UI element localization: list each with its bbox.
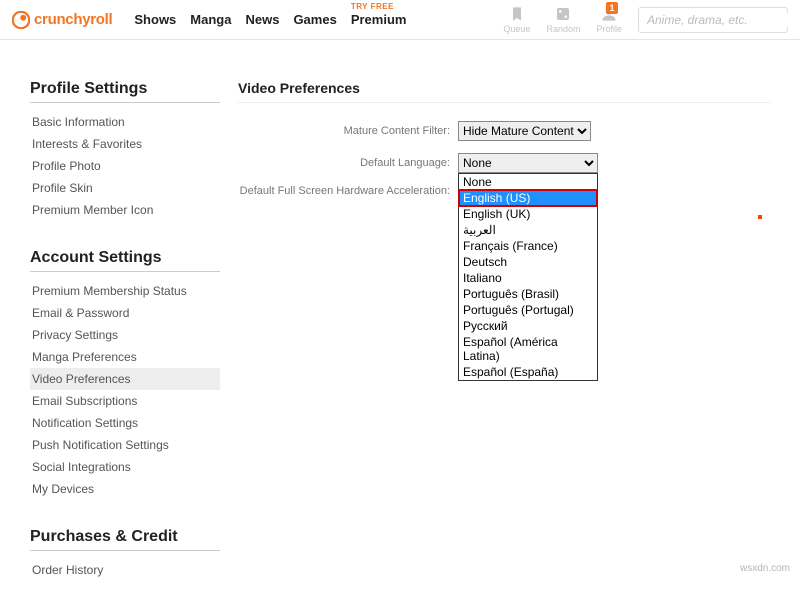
- side-list-account: Premium Membership Status Email & Passwo…: [30, 280, 220, 500]
- nav-manga[interactable]: Manga: [190, 12, 231, 27]
- language-option[interactable]: English (UK): [459, 206, 597, 222]
- logo[interactable]: crunchyroll: [12, 11, 112, 29]
- side-group-account: Account Settings Premium Membership Stat…: [30, 249, 220, 500]
- language-select[interactable]: None: [458, 153, 598, 173]
- language-option[interactable]: Italiano: [459, 270, 597, 286]
- sidebar-item-my-devices[interactable]: My Devices: [30, 478, 220, 500]
- hwaccel-label: Default Full Screen Hardware Acceleratio…: [238, 185, 458, 197]
- logo-text: crunchyroll: [34, 11, 112, 28]
- side-group-purchases: Purchases & Credit Order History: [30, 528, 220, 581]
- language-option[interactable]: العربية: [459, 222, 597, 238]
- page-title: Video Preferences: [238, 80, 770, 103]
- language-option[interactable]: English (US): [459, 190, 597, 206]
- dice-icon: [555, 6, 571, 22]
- nav-shows[interactable]: Shows: [134, 12, 176, 27]
- language-option[interactable]: Português (Brasil): [459, 286, 597, 302]
- top-nav: Shows Manga News Games TRY FREE Premium: [134, 12, 406, 27]
- search-input[interactable]: [647, 13, 800, 27]
- mature-select[interactable]: Hide Mature Content: [458, 121, 591, 141]
- sidebar: Profile Settings Basic Information Inter…: [30, 80, 220, 609]
- side-title-purchases: Purchases & Credit: [30, 528, 220, 551]
- sidebar-item-video-preferences[interactable]: Video Preferences: [30, 368, 220, 390]
- language-option[interactable]: Deutsch: [459, 254, 597, 270]
- sidebar-item-social-integrations[interactable]: Social Integrations: [30, 456, 220, 478]
- sidebar-item-premium-member-icon[interactable]: Premium Member Icon: [30, 199, 220, 221]
- language-dropdown[interactable]: NoneEnglish (US)English (UK)العربيةFranç…: [458, 173, 598, 381]
- language-option[interactable]: Français (France): [459, 238, 597, 254]
- nav-premium[interactable]: TRY FREE Premium: [351, 12, 407, 27]
- profile-button[interactable]: 1 Profile: [596, 6, 622, 34]
- try-free-badge: TRY FREE: [351, 2, 394, 11]
- main: Profile Settings Basic Information Inter…: [0, 40, 800, 609]
- language-option[interactable]: Español (América Latina): [459, 334, 597, 364]
- sidebar-item-manga-preferences[interactable]: Manga Preferences: [30, 346, 220, 368]
- sidebar-item-notification-settings[interactable]: Notification Settings: [30, 412, 220, 434]
- footer-watermark: wsxdn.com: [740, 563, 790, 574]
- row-mature: Mature Content Filter: Hide Mature Conte…: [238, 121, 770, 141]
- header-right: Queue Random 1 Profile: [503, 6, 788, 34]
- side-group-profile: Profile Settings Basic Information Inter…: [30, 80, 220, 221]
- sidebar-item-premium-membership-status[interactable]: Premium Membership Status: [30, 280, 220, 302]
- nav-games[interactable]: Games: [293, 12, 336, 27]
- row-language: Default Language: None NoneEnglish (US)E…: [238, 153, 770, 173]
- content: Video Preferences Mature Content Filter:…: [238, 80, 770, 609]
- sidebar-item-email-password[interactable]: Email & Password: [30, 302, 220, 324]
- sidebar-item-interests-favorites[interactable]: Interests & Favorites: [30, 133, 220, 155]
- language-label: Default Language:: [238, 157, 458, 169]
- sidebar-item-order-history[interactable]: Order History: [30, 559, 220, 581]
- language-select-wrap: None NoneEnglish (US)English (UK)العربية…: [458, 153, 598, 173]
- queue-button[interactable]: Queue: [503, 6, 530, 34]
- language-option[interactable]: Português (Portugal): [459, 302, 597, 318]
- sidebar-item-push-notification-settings[interactable]: Push Notification Settings: [30, 434, 220, 456]
- search-box[interactable]: [638, 7, 788, 33]
- sidebar-item-profile-skin[interactable]: Profile Skin: [30, 177, 220, 199]
- crunchyroll-icon: [12, 11, 30, 29]
- language-option[interactable]: None: [459, 174, 597, 190]
- side-title-profile: Profile Settings: [30, 80, 220, 103]
- random-button[interactable]: Random: [546, 6, 580, 34]
- nav-news[interactable]: News: [245, 12, 279, 27]
- bookmark-icon: [509, 6, 525, 22]
- sidebar-item-email-subscriptions[interactable]: Email Subscriptions: [30, 390, 220, 412]
- side-title-account: Account Settings: [30, 249, 220, 272]
- side-list-profile: Basic Information Interests & Favorites …: [30, 111, 220, 221]
- language-option[interactable]: Русский: [459, 318, 597, 334]
- language-option[interactable]: Español (España): [459, 364, 597, 380]
- accent-dot: [758, 215, 762, 219]
- notification-badge: 1: [606, 2, 618, 14]
- sidebar-item-privacy-settings[interactable]: Privacy Settings: [30, 324, 220, 346]
- sidebar-item-basic-information[interactable]: Basic Information: [30, 111, 220, 133]
- top-header: crunchyroll Shows Manga News Games TRY F…: [0, 0, 800, 40]
- side-list-purchases: Order History: [30, 559, 220, 581]
- sidebar-item-profile-photo[interactable]: Profile Photo: [30, 155, 220, 177]
- mature-label: Mature Content Filter:: [238, 125, 458, 137]
